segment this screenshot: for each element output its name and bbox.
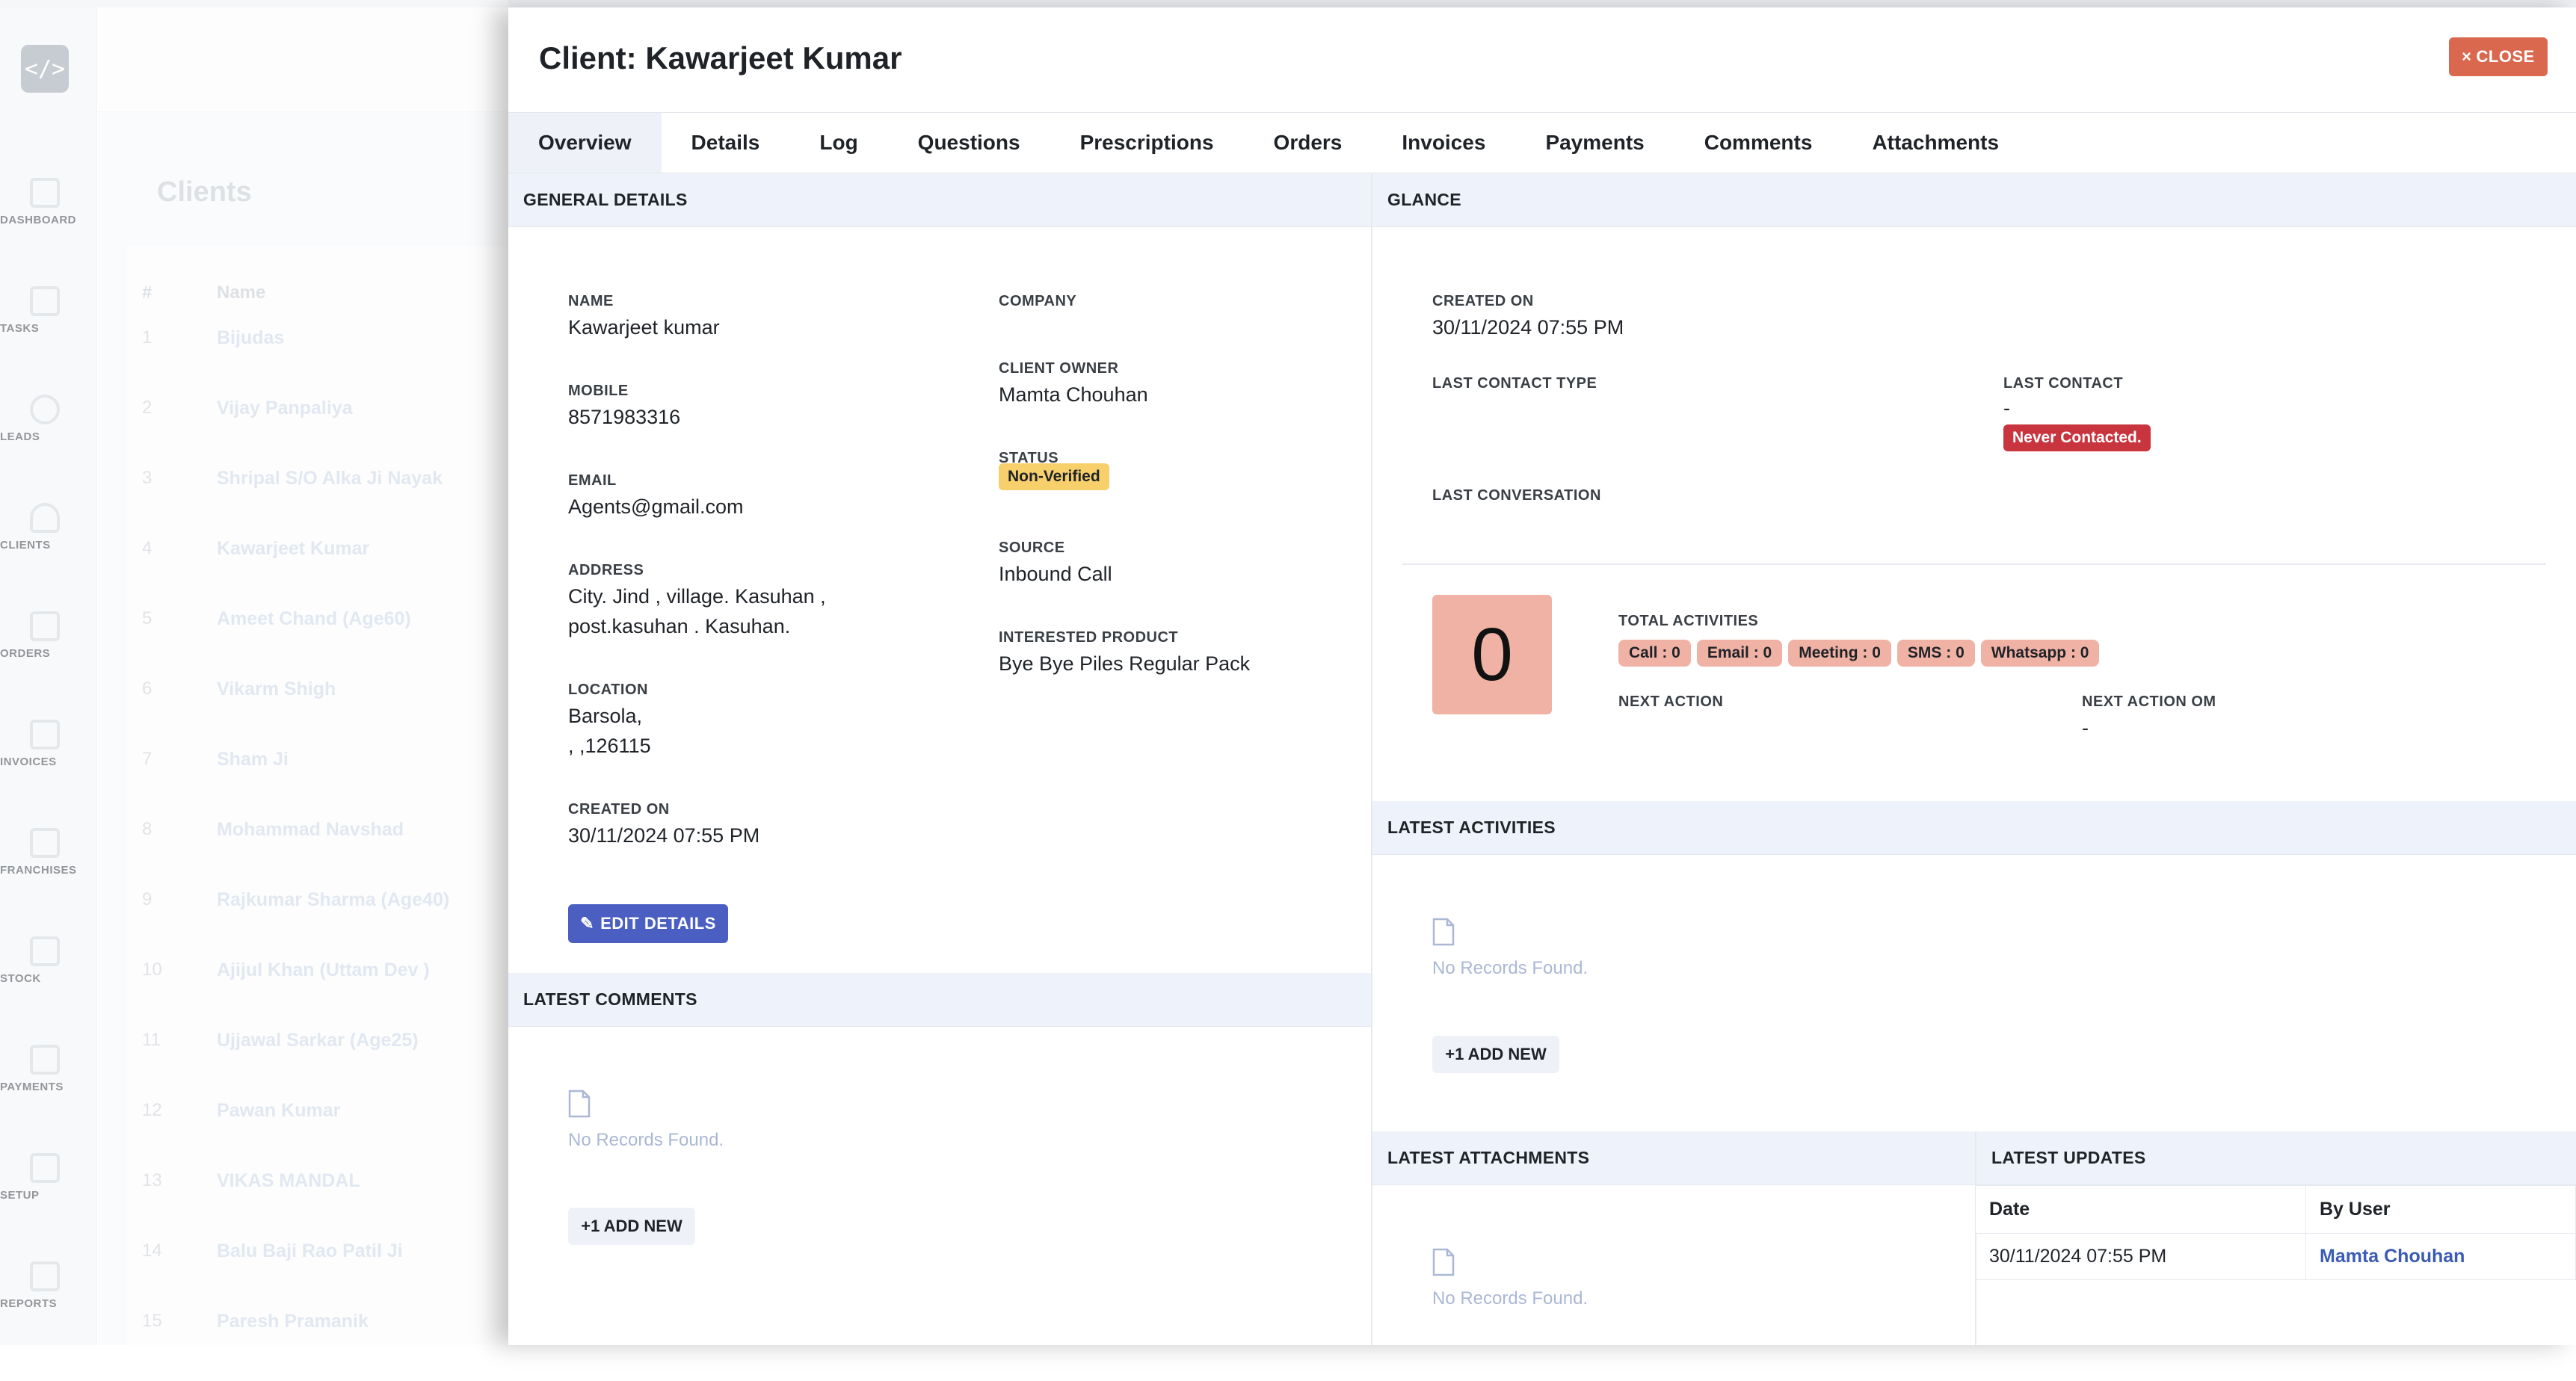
modal-backdrop[interactable] — [0, 0, 508, 1345]
close-icon: × — [2462, 47, 2472, 66]
last-contact-label: LAST CONTACT — [2003, 375, 2124, 392]
name-value: Kawarjeet kumar — [568, 316, 720, 339]
close-button[interactable]: × CLOSE — [2449, 37, 2548, 76]
source-label: SOURCE — [999, 540, 1065, 556]
column-header-by-user: By User — [2305, 1185, 2576, 1234]
location-line-2: , ,126115 — [568, 735, 651, 757]
total-activities-count: 0 — [1432, 595, 1552, 714]
updates-table: Date By User 30/11/2024 07:55 PM Mamta C… — [1975, 1185, 2576, 1280]
tab-orders[interactable]: Orders — [1244, 113, 1372, 173]
tab-payments[interactable]: Payments — [1515, 113, 1674, 173]
interested-product-value: Bye Bye Piles Regular Pack — [999, 652, 1251, 675]
client-owner-label: CLIENT OWNER — [999, 360, 1119, 377]
meeting-count-badge: Meeting : 0 — [1788, 640, 1891, 667]
tab-comments[interactable]: Comments — [1674, 113, 1843, 173]
tab-invoices[interactable]: Invoices — [1372, 113, 1515, 173]
last-contact-value: - — [2003, 397, 2010, 419]
address-label: ADDRESS — [568, 562, 644, 578]
tab-overview[interactable]: Overview — [508, 113, 662, 173]
glance-header: GLANCE — [1372, 173, 2576, 227]
created-on-label: CREATED ON — [568, 801, 670, 818]
never-contacted-badge: Never Contacted. — [2003, 424, 2151, 451]
last-conversation-label: LAST CONVERSATION — [1432, 487, 1601, 504]
latest-attachments-header: LATEST ATTACHMENTS — [1372, 1131, 1975, 1185]
email-count-badge: Email : 0 — [1696, 640, 1783, 667]
sms-count-badge: SMS : 0 — [1896, 640, 1975, 667]
activities-empty-text: No Records Found. — [1432, 958, 1589, 978]
email-value: Agents@gmail.com — [568, 495, 744, 518]
latest-activities-header: LATEST ACTIVITIES — [1372, 801, 2576, 855]
name-label: NAME — [568, 293, 614, 309]
tab-bar: Overview Details Log Questions Prescript… — [508, 112, 2576, 173]
latest-comments-header: LATEST COMMENTS — [508, 973, 1371, 1027]
glance-created-label: CREATED ON — [1432, 293, 1534, 309]
company-label: COMPANY — [999, 293, 1077, 309]
tab-log[interactable]: Log — [789, 113, 887, 173]
update-date: 30/11/2024 07:55 PM — [1975, 1233, 2306, 1280]
whatsapp-count-badge: Whatsapp : 0 — [1980, 640, 2100, 667]
update-user-link[interactable]: Mamta Chouhan — [2305, 1233, 2576, 1280]
status-badge: Non-Verified — [999, 463, 1109, 490]
empty-document-icon — [568, 1090, 591, 1118]
call-count-badge: Call : 0 — [1618, 640, 1691, 667]
pencil-icon: ✎ — [580, 914, 595, 933]
total-activities-label: TOTAL ACTIVITIES — [1618, 613, 1759, 629]
column-header-date: Date — [1975, 1185, 2306, 1234]
tab-questions[interactable]: Questions — [888, 113, 1050, 173]
edit-details-button[interactable]: ✎ EDIT DETAILS — [568, 904, 728, 943]
location-label: LOCATION — [568, 682, 648, 698]
comments-empty-text: No Records Found. — [568, 1130, 724, 1150]
client-panel: Client: Kawarjeet Kumar × CLOSE Overview… — [508, 7, 2576, 1345]
next-action-on-value: - — [2082, 717, 2089, 739]
location-line-1: Barsola, — [568, 705, 643, 727]
next-action-label: NEXT ACTION — [1618, 693, 1724, 710]
interested-product-label: INTERESTED PRODUCT — [999, 629, 1179, 646]
next-action-on-label: NEXT ACTION OM — [2082, 693, 2216, 710]
source-value: Inbound Call — [999, 563, 1112, 585]
mobile-label: MOBILE — [568, 383, 629, 399]
table-row: 30/11/2024 07:55 PM Mamta Chouhan — [1975, 1233, 2576, 1280]
attachments-empty-text: No Records Found. — [1432, 1288, 1589, 1309]
mobile-value: 8571983316 — [568, 406, 681, 428]
client-owner-value: Mamta Chouhan — [999, 383, 1148, 406]
latest-updates-header: LATEST UPDATES — [1976, 1131, 2576, 1185]
tab-prescriptions[interactable]: Prescriptions — [1050, 113, 1244, 173]
address-line-1: City. Jind , village. Kasuhan , — [568, 585, 826, 608]
tab-details[interactable]: Details — [662, 113, 790, 173]
add-activity-button[interactable]: +1 ADD NEW — [1432, 1036, 1559, 1073]
empty-document-icon — [1432, 1248, 1455, 1276]
glance-divider — [1402, 563, 2546, 565]
tab-attachments[interactable]: Attachments — [1842, 113, 2029, 173]
close-label: CLOSE — [2476, 47, 2535, 66]
panel-title: Client: Kawarjeet Kumar — [539, 40, 902, 75]
last-contact-type-label: LAST CONTACT TYPE — [1432, 375, 1597, 392]
empty-document-icon — [1432, 918, 1455, 946]
glance-created-value: 30/11/2024 07:55 PM — [1432, 316, 1624, 339]
email-label: EMAIL — [568, 472, 617, 489]
general-details-header: GENERAL DETAILS — [508, 173, 1371, 227]
address-line-2: post.kasuhan . Kasuhan. — [568, 615, 791, 637]
activity-counts: Call : 0 Email : 0 Meeting : 0 SMS : 0 Whats… — [1618, 640, 2105, 667]
created-on-value: 30/11/2024 07:55 PM — [568, 824, 760, 847]
add-comment-button[interactable]: +1 ADD NEW — [568, 1208, 695, 1245]
